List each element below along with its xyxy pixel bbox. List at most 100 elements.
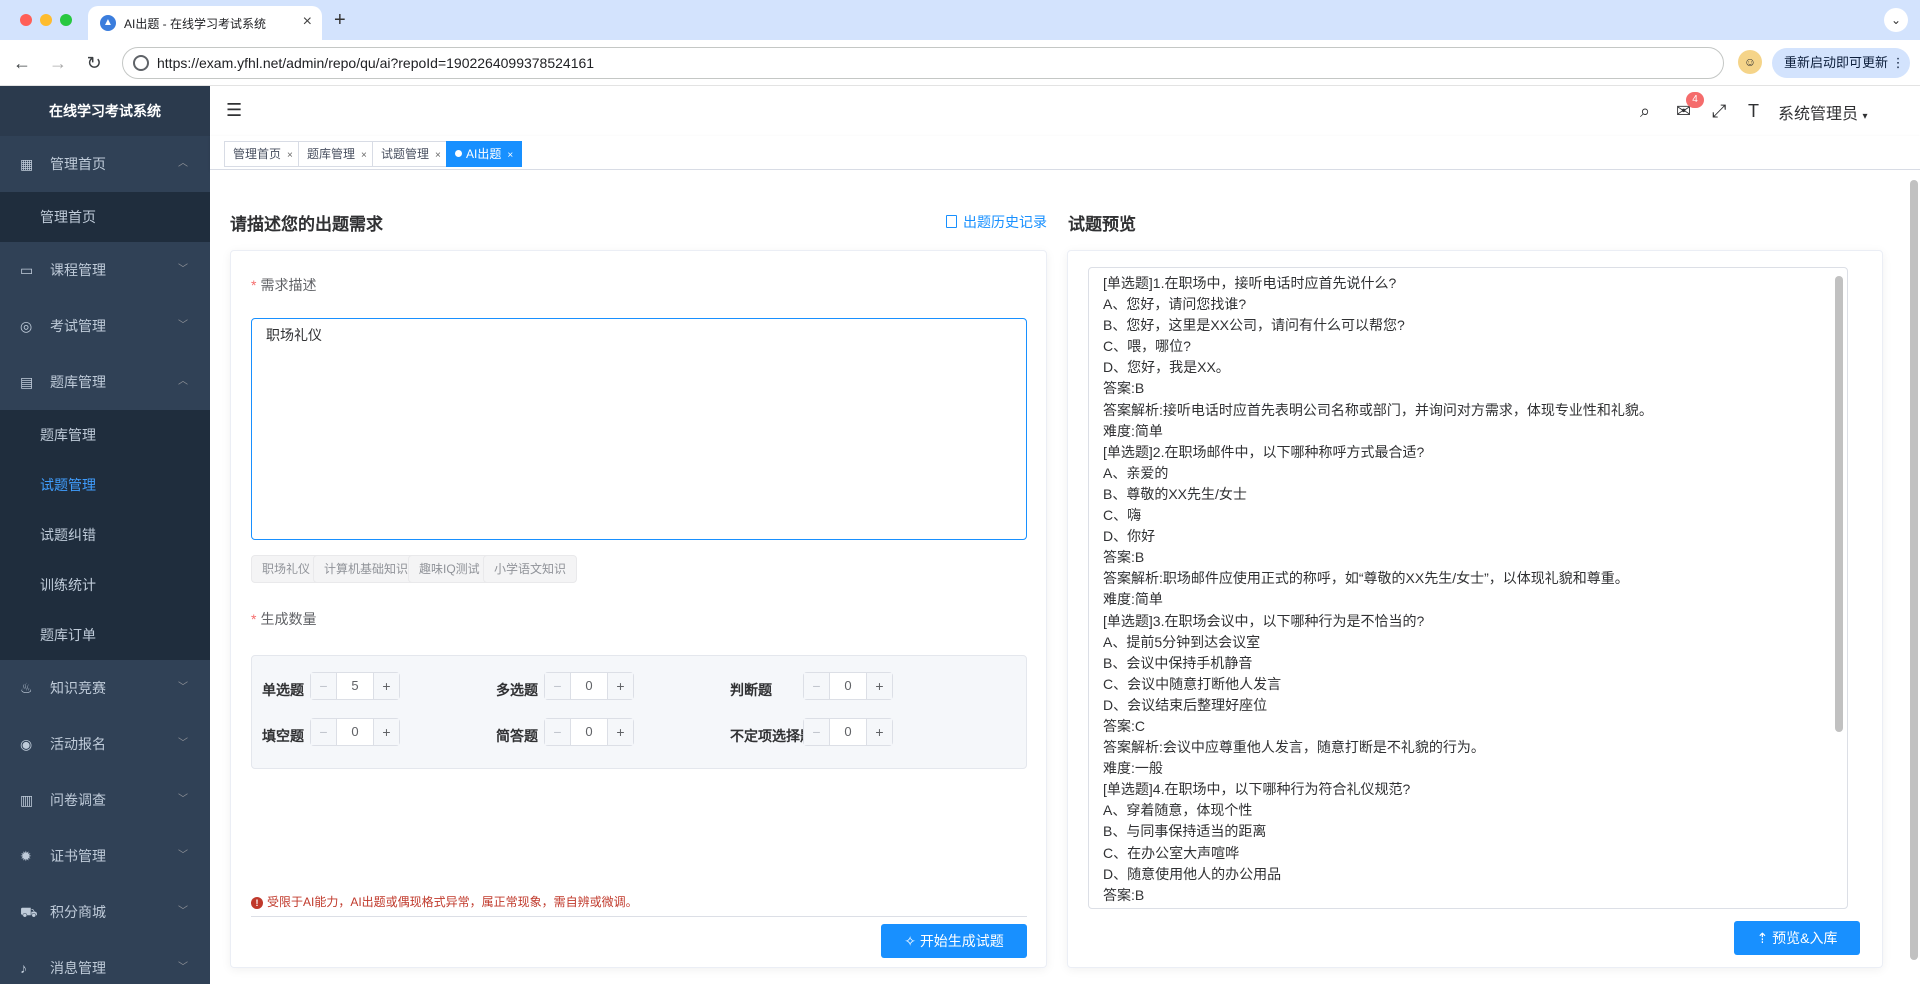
- app-header: ☰ ⌕ ✉ 4 ⤢ T 系统管理员 ▾: [210, 86, 1920, 136]
- stepper-value[interactable]: 0: [337, 719, 373, 745]
- stepper-value[interactable]: 0: [830, 673, 866, 699]
- preview-line: C、在办公室大声喧哗: [1103, 844, 1240, 861]
- tag-close-icon[interactable]: ×: [507, 150, 513, 161]
- menu-item-repo[interactable]: ▤ 题库管理 ︿: [0, 354, 210, 410]
- user-menu[interactable]: 系统管理员 ▾: [1778, 100, 1868, 124]
- preview-line: [单选题]4.在职场中，以下哪种行为符合礼仪规范?: [1103, 781, 1411, 798]
- decrease-button[interactable]: −: [545, 673, 571, 699]
- menu-item-contest[interactable]: ♨ 知识竞赛 ﹀: [0, 660, 210, 716]
- preview-line: D、您好，我是XX。: [1103, 359, 1230, 376]
- increase-button[interactable]: +: [866, 673, 892, 699]
- requirement-textarea[interactable]: [251, 318, 1027, 540]
- target-icon: ◎: [20, 318, 33, 334]
- tag-ai-questions[interactable]: AI出题 ×: [446, 141, 523, 167]
- preview-line: 答案:B: [1103, 886, 1145, 903]
- sub-item-training-stats[interactable]: 训练统计: [0, 560, 210, 610]
- decrease-button[interactable]: −: [311, 719, 337, 745]
- preset-chip[interactable]: 趣味IQ测试: [408, 555, 491, 583]
- increase-button[interactable]: +: [373, 719, 399, 745]
- tag-repo[interactable]: 题库管理 ×: [298, 141, 376, 167]
- stepper-value[interactable]: 0: [571, 673, 607, 699]
- sub-item-corrections[interactable]: 试题纠错: [0, 510, 210, 560]
- message-count-badge: 4: [1686, 92, 1704, 108]
- stepper-value[interactable]: 5: [337, 673, 373, 699]
- sub-item-dashboard[interactable]: 管理首页: [0, 192, 210, 242]
- increase-button[interactable]: +: [607, 673, 633, 699]
- sub-item-repo-orders[interactable]: 题库订单: [0, 610, 210, 660]
- site-info-icon[interactable]: [133, 55, 149, 71]
- tag-close-icon[interactable]: ×: [361, 150, 367, 161]
- short-answer-stepper: − 0 +: [544, 718, 634, 746]
- more-menu-icon[interactable]: ⋮: [1892, 55, 1905, 70]
- address-bar[interactable]: https://exam.yfhl.net/admin/repo/qu/ai?r…: [122, 47, 1724, 79]
- menu-item-label: 证书管理: [50, 848, 106, 864]
- decrease-button[interactable]: −: [311, 673, 337, 699]
- reload-icon[interactable]: ↻: [82, 51, 106, 75]
- minimize-window-button[interactable]: [40, 14, 52, 26]
- tab-close-icon[interactable]: ×: [303, 12, 312, 32]
- preview-textarea[interactable]: [单选题]1.在职场中，接听电话时应首先说什么? A、您好，请问您找谁? B、您好，…: [1088, 267, 1848, 909]
- submit-label: 预览&入库: [1772, 930, 1838, 946]
- history-link[interactable]: 出题历史记录: [946, 212, 1047, 232]
- menu-item-exam[interactable]: ◎ 考试管理 ﹀: [0, 298, 210, 354]
- forward-arrow-icon[interactable]: →: [46, 51, 70, 75]
- tag-dashboard[interactable]: 管理首页 ×: [224, 141, 302, 167]
- new-tab-button[interactable]: +: [334, 8, 346, 32]
- indefinite-choice-stepper: − 0 +: [803, 718, 893, 746]
- page-scrollbar[interactable]: [1910, 180, 1918, 960]
- browser-tab-title: AI出题 - 在线学习考试系统: [124, 17, 267, 31]
- preview-section-title: 试题预览: [1068, 215, 1136, 234]
- preview-line: D、会议结束后整理好座位: [1103, 696, 1268, 713]
- close-window-button[interactable]: [20, 14, 32, 26]
- fullscreen-icon[interactable]: ⤢: [1712, 100, 1726, 122]
- preview-line: 答案解析:会议中应尊重他人发言，随意打断是不礼貌的行为。: [1103, 739, 1485, 756]
- single-choice-stepper: − 5 +: [310, 672, 400, 700]
- generate-button[interactable]: ✧ 开始生成试题: [881, 924, 1027, 958]
- maximize-window-button[interactable]: [60, 14, 72, 26]
- tags-view: 管理首页 × 题库管理 × 试题管理 × AI出题 ×: [210, 136, 1920, 170]
- preview-line: A、亲爱的: [1103, 464, 1169, 481]
- stepper-value[interactable]: 0: [571, 719, 607, 745]
- preview-line: [单选题]1.在职场中，接听电话时应首先说什么?: [1103, 275, 1397, 291]
- menu-item-label: 问卷调查: [50, 792, 106, 808]
- menu-item-dashboard[interactable]: ▦ 管理首页 ︿: [0, 136, 210, 192]
- menu-item-certificate[interactable]: ✹ 证书管理 ﹀: [0, 828, 210, 884]
- menu-item-label: 知识竞赛: [50, 680, 106, 696]
- preview-line: D、随意使用他人的办公用品: [1103, 865, 1282, 882]
- search-icon[interactable]: ⌕: [1640, 100, 1650, 122]
- tab-search-chevron-icon[interactable]: ⌄: [1884, 8, 1908, 32]
- site-favicon-icon: ▲: [100, 15, 116, 31]
- tag-questions[interactable]: 试题管理 ×: [372, 141, 450, 167]
- browser-tab[interactable]: ▲ AI出题 - 在线学习考试系统 ×: [88, 6, 322, 40]
- preview-scrollbar[interactable]: [1835, 276, 1843, 732]
- decrease-button[interactable]: −: [804, 673, 830, 699]
- menu-item-survey[interactable]: ▥ 问卷调查 ﹀: [0, 772, 210, 828]
- address-url[interactable]: https://exam.yfhl.net/admin/repo/qu/ai?r…: [157, 55, 594, 71]
- tag-close-icon[interactable]: ×: [435, 150, 441, 161]
- sub-item-questions[interactable]: 试题管理: [0, 460, 210, 510]
- tag-close-icon[interactable]: ×: [287, 150, 293, 161]
- preview-submit-button[interactable]: ⇡ 预览&入库: [1734, 921, 1860, 955]
- stepper-value[interactable]: 0: [830, 719, 866, 745]
- menu-item-course[interactable]: ▭ 课程管理 ﹀: [0, 242, 210, 298]
- menu-item-points-mall[interactable]: ⛟ 积分商城 ﹀: [0, 884, 210, 940]
- font-size-icon[interactable]: T: [1748, 100, 1759, 122]
- preset-chip[interactable]: 职场礼仪: [251, 555, 322, 583]
- back-arrow-icon[interactable]: ←: [10, 51, 34, 75]
- preset-chip[interactable]: 计算机基础知识: [313, 555, 420, 583]
- menu-item-messages[interactable]: ♪ 消息管理 ﹀: [0, 940, 210, 984]
- sub-item-repo[interactable]: 题库管理: [0, 410, 210, 460]
- decrease-button[interactable]: −: [804, 719, 830, 745]
- hamburger-icon[interactable]: ☰: [226, 100, 242, 120]
- increase-button[interactable]: +: [607, 719, 633, 745]
- increase-button[interactable]: +: [866, 719, 892, 745]
- count-panel: 单选题 − 5 + 多选题 − 0 + 判断题 − 0 + 填空题 − 0 + …: [251, 655, 1027, 769]
- relaunch-update-button[interactable]: 重新启动即可更新 ⋮: [1772, 48, 1910, 78]
- preview-line: C、喂，哪位?: [1103, 338, 1191, 355]
- preview-line: 难度:一般: [1103, 760, 1163, 777]
- menu-item-activity[interactable]: ◉ 活动报名 ﹀: [0, 716, 210, 772]
- decrease-button[interactable]: −: [545, 719, 571, 745]
- profile-avatar[interactable]: ☺: [1738, 50, 1762, 74]
- increase-button[interactable]: +: [373, 673, 399, 699]
- preset-chip[interactable]: 小学语文知识: [483, 555, 578, 583]
